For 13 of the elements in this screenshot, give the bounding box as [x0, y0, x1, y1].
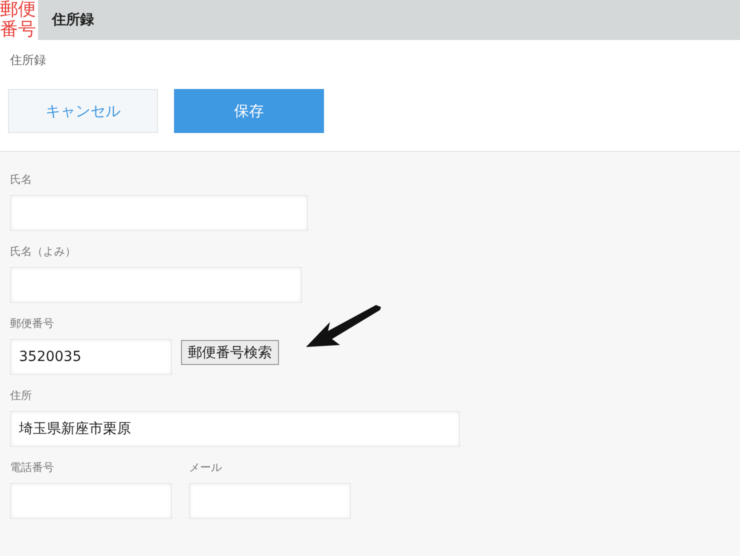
- field-label: 氏名（よみ）: [10, 244, 77, 259]
- field-label: 電話番号: [10, 460, 55, 475]
- page-title: 住所録: [52, 11, 94, 29]
- logo: 郵便番号: [0, 0, 38, 40]
- input-field[interactable]: 3520035: [10, 339, 172, 375]
- field-label: 住所: [10, 388, 33, 403]
- input-field[interactable]: 埼玉県新座市栗原: [10, 411, 460, 447]
- search-button[interactable]: 郵便番号検索: [181, 340, 279, 365]
- arrow-icon: [306, 305, 382, 349]
- field-label: 氏名: [10, 172, 33, 187]
- breadcrumb[interactable]: 住所録: [10, 52, 732, 69]
- field-label: メール: [189, 460, 223, 475]
- field-label: 郵便番号: [10, 316, 55, 331]
